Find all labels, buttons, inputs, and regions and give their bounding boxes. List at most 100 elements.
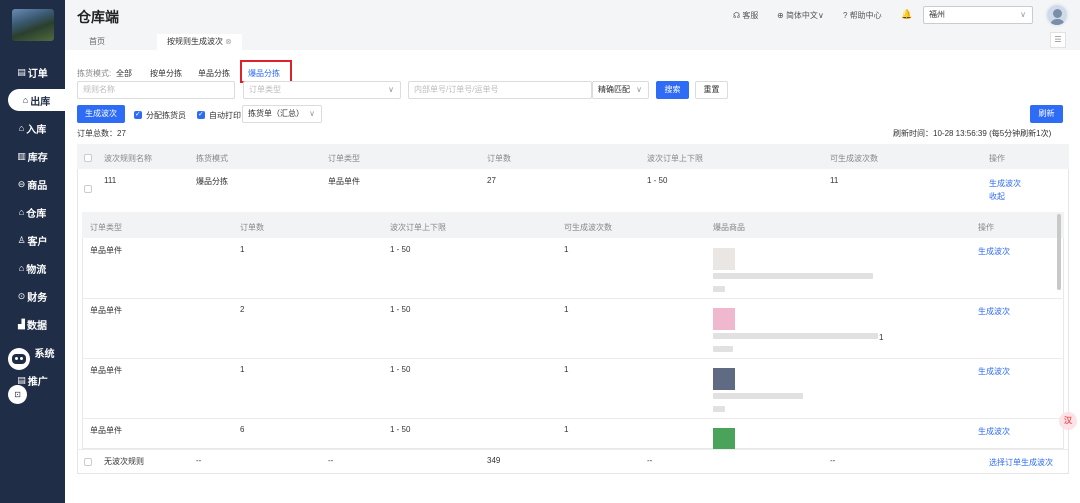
- row-checkbox[interactable]: [84, 185, 92, 193]
- auto-print-label: 自动打印: [209, 111, 241, 120]
- sidebar-item-label: 订单: [27, 68, 48, 80]
- col-waves: 可生成波次数: [830, 154, 878, 163]
- translate-float-button[interactable]: 汉: [1059, 412, 1077, 430]
- product-name-blurred: [713, 393, 803, 399]
- order-type-select[interactable]: 订单类型 ∨: [243, 81, 401, 99]
- warehouse-icon: ⌂: [18, 207, 25, 217]
- pick-mode: 爆品分拣: [196, 177, 228, 186]
- sub-generate-wave-link[interactable]: 生成波次: [978, 306, 1010, 317]
- assign-picker-checkbox[interactable]: [134, 110, 142, 119]
- bell-icon[interactable]: 🔔: [901, 9, 912, 20]
- product-thumbnail: [713, 248, 735, 270]
- product-thumbnail: [713, 368, 735, 390]
- product-name-suffix: 1: [879, 333, 884, 342]
- customer-icon: ♙: [17, 234, 26, 245]
- sidebar-item-logistics[interactable]: ⌂ 物流: [0, 257, 65, 279]
- sidebar-item-label: 物流: [26, 264, 47, 276]
- language-switch[interactable]: ⊕ 简体中文∨: [777, 10, 824, 21]
- order-count: 349: [487, 456, 501, 465]
- generate-wave-link[interactable]: 生成波次: [989, 178, 1021, 189]
- refresh-time: 刷新时间：10-28 13:56:39 (每5分钟刷新1次): [893, 129, 1052, 138]
- tab-home[interactable]: 首页: [79, 34, 115, 50]
- search-button[interactable]: 搜索: [656, 81, 689, 99]
- finance-icon: ⊙: [17, 290, 26, 301]
- sub-col-range: 波次订单上下限: [390, 223, 446, 232]
- reset-button[interactable]: 重置: [695, 81, 728, 99]
- page-title: 仓库端: [77, 9, 119, 25]
- promotion-icon: ▤: [17, 374, 26, 385]
- collapse-link[interactable]: 收起: [989, 191, 1005, 202]
- sub-col-waves: 可生成波次数: [564, 223, 612, 232]
- chevron-down-icon: ∨: [309, 109, 315, 118]
- help-center-link[interactable]: ? 帮助中心: [843, 10, 882, 21]
- customer-service-link[interactable]: ☊ 客服: [733, 10, 758, 21]
- rule-name-input[interactable]: 规则名称: [77, 81, 235, 99]
- chevron-down-icon: ∨: [1020, 10, 1026, 19]
- row-checkbox[interactable]: [84, 458, 92, 466]
- product-thumbnail: [713, 308, 735, 330]
- product-name-blurred: [713, 286, 725, 292]
- tab-bar: 首页 按规则生成波次 ⊗ ☰: [65, 32, 1080, 50]
- sub-order-range: 1 - 50: [390, 305, 411, 314]
- orders-icon: ▤: [17, 66, 26, 77]
- auto-print-checkbox[interactable]: [197, 110, 205, 119]
- rule-name: 111: [104, 176, 117, 185]
- sidebar-item-label: 财务: [27, 292, 48, 304]
- total-orders: 订单总数：27: [77, 129, 126, 138]
- sidebar-item-warehouse[interactable]: ⌂ 仓库: [0, 201, 65, 223]
- close-icon[interactable]: ⊗: [225, 37, 232, 46]
- outbound-icon: ⌂: [22, 95, 29, 105]
- row-divider: [77, 449, 1069, 450]
- sub-generate-wave-link[interactable]: 生成波次: [978, 366, 1010, 377]
- sidebar-item-orders[interactable]: ▤ 订单: [0, 61, 65, 83]
- sidebar: ▤ 订单 ⌂ 出库 ⌂ 入库 ▥ 库存 ⊖ 商品 ⌂ 仓库 ♙ 客户 ⌂ 物流 ⊙ 财务 ▟ 数据 系统 ▤ 推广 ⊡: [0, 0, 65, 503]
- print-type-select[interactable]: 拣货单（汇总） ∨: [242, 105, 322, 123]
- order-number-input[interactable]: 内部单号/订单号/运单号: [408, 81, 592, 99]
- select-all-checkbox[interactable]: [84, 154, 92, 162]
- sub-col-hot-goods: 爆品商品: [713, 223, 745, 232]
- sub-wave-count: 1: [564, 425, 569, 434]
- order-type: --: [328, 456, 334, 465]
- avatar[interactable]: [1045, 3, 1069, 27]
- goods-icon: ⊖: [17, 178, 26, 189]
- sub-col-actions: 操作: [978, 223, 994, 232]
- app-logo: [12, 9, 54, 41]
- mode-by-order[interactable]: 按单分拣: [150, 68, 182, 79]
- sub-generate-wave-link[interactable]: 生成波次: [978, 246, 1010, 257]
- sidebar-item-finance[interactable]: ⊙ 财务: [0, 285, 65, 307]
- sub-order-range: 1 - 50: [390, 425, 411, 434]
- match-mode-select[interactable]: 精确匹配 ∨: [592, 81, 649, 99]
- sidebar-item-inventory[interactable]: ▥ 库存: [0, 145, 65, 167]
- sidebar-item-outbound[interactable]: ⌂ 出库: [8, 89, 65, 111]
- subtable-scrollbar[interactable]: [1057, 214, 1061, 290]
- sidebar-item-customer[interactable]: ♙ 客户: [0, 229, 65, 251]
- mode-single-item[interactable]: 单品分拣: [198, 68, 230, 79]
- sidebar-item-data[interactable]: ▟ 数据: [0, 313, 65, 335]
- sidebar-item-label: 库存: [27, 152, 48, 164]
- sidebar-item-label: 客户: [27, 236, 48, 248]
- inventory-icon: ▥: [17, 150, 26, 161]
- detail-subtable: [82, 212, 1064, 449]
- warehouse-select[interactable]: 福州 ∨: [923, 6, 1033, 24]
- product-name-blurred: [713, 346, 733, 352]
- sidebar-small-button[interactable]: ⊡: [8, 385, 27, 404]
- col-order-count: 订单数: [487, 154, 511, 163]
- sub-order-count: 6: [240, 425, 245, 434]
- help-icon: ?: [843, 11, 848, 20]
- pick-mode: --: [196, 456, 202, 465]
- mode-all[interactable]: 全部: [116, 68, 132, 79]
- tab-menu-icon[interactable]: ☰: [1050, 32, 1066, 48]
- refresh-button[interactable]: 刷新: [1030, 105, 1063, 123]
- select-orders-link[interactable]: 选择订单生成波次: [989, 457, 1053, 468]
- sidebar-item-goods[interactable]: ⊖ 商品: [0, 173, 65, 195]
- sidebar-item-inbound[interactable]: ⌂ 入库: [0, 117, 65, 139]
- generate-wave-button[interactable]: 生成波次: [77, 105, 125, 123]
- wave-count: 11: [830, 176, 839, 185]
- assistant-robot-icon[interactable]: [8, 348, 30, 370]
- sub-generate-wave-link[interactable]: 生成波次: [978, 426, 1010, 437]
- sub-order-range: 1 - 50: [390, 245, 411, 254]
- tab-generate-wave[interactable]: 按规则生成波次 ⊗: [157, 34, 242, 50]
- chevron-down-icon: ∨: [636, 85, 642, 94]
- logistics-icon: ⌂: [18, 263, 25, 273]
- sidebar-item-label: 推广: [27, 376, 48, 388]
